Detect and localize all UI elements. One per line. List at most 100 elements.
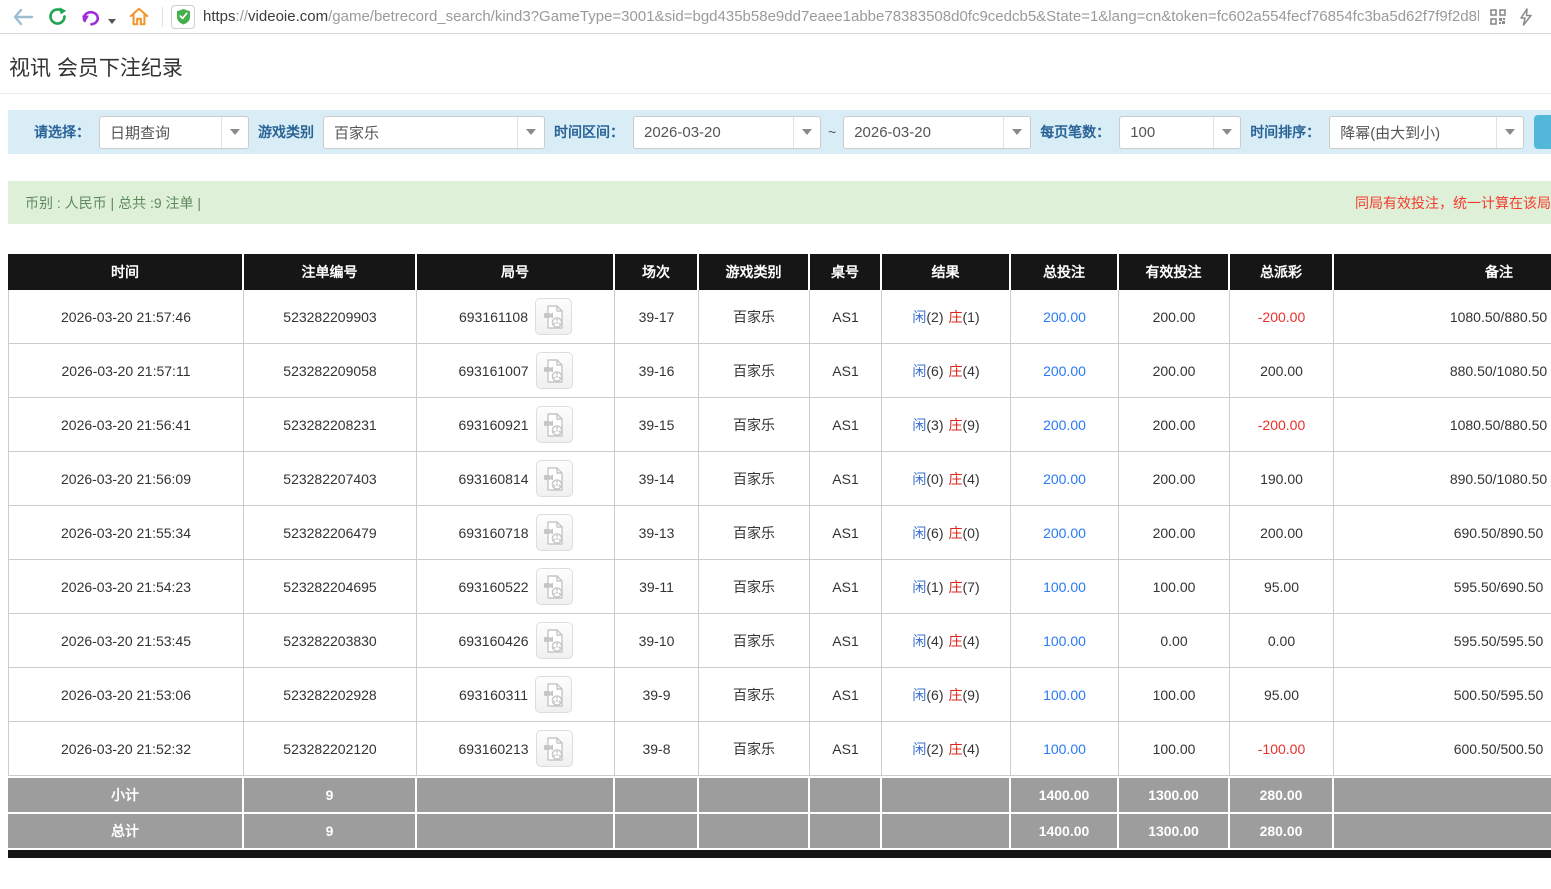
cell-valid-bet: 200.00 [1119,506,1230,560]
cell-payout: -100.00 [1230,722,1334,776]
cell-total-bet[interactable]: 100.00 [1011,614,1119,668]
cell-bet-no: 523282203830 [244,614,417,668]
cell-game-type: 百家乐 [699,722,810,776]
summary-bar: 币别 : 人民币 | 总共 :9 注单 | 同局有效投注，统一计算在该局 [8,181,1551,224]
toolbar-divider [162,7,163,27]
undo-dropdown-icon[interactable] [108,19,116,24]
cell-total-bet[interactable]: 100.00 [1011,722,1119,776]
video-replay-button[interactable] [536,460,573,497]
player-label: 闲 [912,469,926,489]
video-replay-button[interactable] [536,514,573,551]
home-icon[interactable] [126,4,152,30]
cell-result: 闲(6)庄(4) [882,344,1011,398]
table-bottom-bar [8,850,1551,858]
date-from-select[interactable]: 2026-03-20 [633,116,821,149]
cell-total-bet[interactable]: 200.00 [1011,290,1119,344]
cell-valid-bet: 200.00 [1119,398,1230,452]
video-replay-button[interactable] [536,406,573,443]
cell-result: 闲(4)庄(4) [882,614,1011,668]
table-row: 2026-03-20 21:57:11 523282209058 6931610… [8,344,1551,398]
game-type-select[interactable]: 百家乐 [323,116,545,149]
cell-note: 880.50/1080.50 [1334,344,1551,398]
total-payout: 280.00 [1230,814,1334,848]
cell-time: 2026-03-20 21:52:32 [8,722,244,776]
cell-valid-bet: 100.00 [1119,722,1230,776]
back-icon[interactable] [10,4,36,30]
cell-bet-no: 523282208231 [244,398,417,452]
cell-round-no: 693160814 [417,452,615,506]
browser-toolbar: https://videoie.com/game/betrecord_searc… [0,0,1551,34]
video-replay-button[interactable] [536,622,573,659]
total-count: 9 [244,814,417,848]
video-replay-button[interactable] [536,352,573,389]
sort-order-select[interactable]: 降幂(由大到小) [1329,116,1524,149]
cell-result: 闲(2)庄(1) [882,290,1011,344]
table-row: 2026-03-20 21:52:32 523282202120 6931602… [8,722,1551,776]
cell-bet-no: 523282204695 [244,560,417,614]
undo-icon[interactable] [78,4,104,30]
video-replay-button[interactable] [536,568,573,605]
cell-game-type: 百家乐 [699,506,810,560]
cell-valid-bet: 200.00 [1119,290,1230,344]
search-button[interactable]: 查询 [1534,115,1551,149]
cell-bet-no: 523282209058 [244,344,417,398]
cell-payout: 190.00 [1230,452,1334,506]
player-label: 闲 [912,415,926,435]
cell-session: 39-15 [615,398,699,452]
filter-bar: 请选择： 日期查询 游戏类别 百家乐 时间区间： 2026-03-20 ~ 20… [8,110,1551,154]
table-body: 2026-03-20 21:57:46 523282209903 6931611… [8,290,1551,776]
cell-valid-bet: 200.00 [1119,452,1230,506]
banker-label: 庄 [949,469,963,489]
banker-label: 庄 [949,361,963,381]
cell-payout: 0.00 [1230,614,1334,668]
banker-label: 庄 [949,739,963,759]
cell-note: 600.50/500.50 [1334,722,1551,776]
cell-total-bet[interactable]: 100.00 [1011,668,1119,722]
cell-total-bet[interactable]: 200.00 [1011,344,1119,398]
cell-round-no: 693160522 [417,560,615,614]
qr-code-icon[interactable] [1485,4,1511,30]
cell-total-bet[interactable]: 200.00 [1011,398,1119,452]
cell-bet-no: 523282209903 [244,290,417,344]
cell-time: 2026-03-20 21:53:45 [8,614,244,668]
cell-note: 1080.50/880.50 [1334,398,1551,452]
cell-time: 2026-03-20 21:56:09 [8,452,244,506]
video-replay-button[interactable] [536,730,573,767]
page-size-select[interactable]: 100 [1119,116,1241,149]
url-text: https://videoie.com/game/betrecord_searc… [203,8,1479,25]
date-to-select[interactable]: 2026-03-20 [843,116,1031,149]
cell-round-no: 693160426 [417,614,615,668]
video-replay-button[interactable] [535,676,572,713]
cell-game-type: 百家乐 [699,614,810,668]
chevron-down-icon [1496,117,1523,148]
cell-note: 690.50/890.50 [1334,506,1551,560]
query-mode-select[interactable]: 日期查询 [99,116,249,149]
chevron-down-icon [517,117,544,148]
cell-table-no: AS1 [810,506,882,560]
sort-order-label: 时间排序： [1250,122,1320,142]
cell-payout: 95.00 [1230,560,1334,614]
cell-table-no: AS1 [810,722,882,776]
table-row: 2026-03-20 21:56:41 523282208231 6931609… [8,398,1551,452]
header-result: 结果 [882,254,1011,290]
video-replay-button[interactable] [535,298,572,335]
cell-total-bet[interactable]: 200.00 [1011,506,1119,560]
page-size-label: 每页笔数： [1040,122,1110,142]
cell-bet-no: 523282206479 [244,506,417,560]
total-valid-bet: 1300.00 [1119,814,1230,848]
cell-session: 39-16 [615,344,699,398]
lightning-icon[interactable] [1513,4,1539,30]
address-bar[interactable]: https://videoie.com/game/betrecord_searc… [171,4,1541,30]
banker-label: 庄 [949,577,963,597]
cell-total-bet[interactable]: 200.00 [1011,452,1119,506]
banker-label: 庄 [949,415,963,435]
cell-payout: 200.00 [1230,506,1334,560]
header-valid-bet: 有效投注 [1119,254,1230,290]
cell-table-no: AS1 [810,344,882,398]
refresh-icon[interactable] [44,4,70,30]
cell-payout: -200.00 [1230,290,1334,344]
cell-time: 2026-03-20 21:53:06 [8,668,244,722]
subtotal-payout: 280.00 [1230,778,1334,812]
cell-total-bet[interactable]: 100.00 [1011,560,1119,614]
cell-table-no: AS1 [810,290,882,344]
